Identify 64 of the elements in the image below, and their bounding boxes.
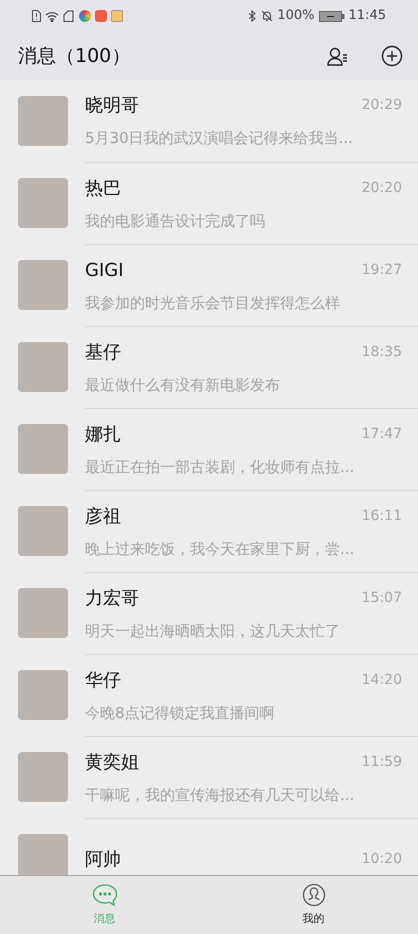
- message-preview: 我的电影通告设计完成了吗: [85, 210, 266, 232]
- avatar-photo-placeholder: [18, 670, 68, 720]
- contact-name: GIGI: [85, 258, 124, 283]
- app-icon: [95, 10, 107, 22]
- bell-off-icon: [261, 10, 274, 22]
- message-time: 15:07: [362, 588, 402, 608]
- conversation-row[interactable]: 娜扎 17:47 最近正在拍一部古装剧，化妆师有点拉...: [0, 408, 418, 490]
- wifi-icon: [45, 10, 59, 22]
- message-time: 20:29: [362, 96, 402, 116]
- avatar-photo-placeholder: [18, 178, 68, 228]
- contact-name: 阿帅: [85, 848, 121, 872]
- message-time: 10:20: [362, 850, 402, 869]
- avatar-photo-placeholder: [18, 96, 68, 146]
- contact-name: 基仔: [85, 340, 121, 365]
- conversation-row[interactable]: 力宏哥 15:07 明天一起出海晒晒太阳，这几天太忙了: [0, 572, 418, 654]
- contact-name: 热巴: [85, 176, 121, 201]
- contact-name: 娜扎: [85, 422, 121, 447]
- conversation-row[interactable]: GIGI 19:27 我参加的时光音乐会节目发挥得怎么样: [0, 244, 418, 326]
- contact-name: 彦祖: [85, 504, 121, 529]
- clock-time: 11:45: [348, 7, 386, 26]
- avatar-photo-placeholder: [18, 424, 68, 474]
- conversation-row[interactable]: 黄奕姐 11:59 干嘛呢，我的宣传海报还有几天可以给...: [0, 736, 418, 818]
- avatar-photo-placeholder: [18, 506, 68, 556]
- person-circle-icon: [302, 882, 326, 907]
- conversation-row[interactable]: 华仔 14:20 今晚8点记得锁定我直播间啊: [0, 654, 418, 736]
- avatar-photo-placeholder: [18, 588, 68, 638]
- contact-name: 黄奕姐: [85, 750, 139, 775]
- message-time: 17:47: [362, 424, 402, 444]
- add-button[interactable]: [381, 45, 403, 67]
- page-title: 消息（100）: [18, 44, 130, 69]
- bluetooth-icon: [248, 10, 258, 22]
- contacts-button[interactable]: [327, 45, 349, 67]
- tab[interactable]: 我的: [209, 876, 418, 934]
- contact-name: 力宏哥: [85, 586, 139, 611]
- message-preview: 最近正在拍一部古装剧，化妆师有点拉...: [85, 456, 356, 478]
- message-preview: 我参加的时光音乐会节目发挥得怎么样: [85, 292, 341, 314]
- chat-bubble-icon: [92, 882, 118, 907]
- message-preview: 晚上过来吃饭，我今天在家里下厨，尝...: [85, 538, 356, 560]
- message-time: 14:20: [362, 670, 402, 690]
- message-time: 18:35: [362, 342, 402, 362]
- message-preview: 最近做什么有没有新电影发布: [85, 374, 281, 396]
- message-time: 19:27: [362, 260, 402, 280]
- sim-alert-icon: [32, 10, 41, 22]
- avatar-photo-placeholder: [18, 834, 68, 875]
- message-preview: 今晚8点记得锁定我直播间啊: [85, 702, 276, 724]
- conversation-row[interactable]: 晓明哥 20:29 5月30日我的武汉演唱会记得来给我当...: [0, 80, 418, 162]
- conversation-row[interactable]: 热巴 20:20 我的电影通告设计完成了吗: [0, 162, 418, 244]
- avatar-photo-placeholder: [18, 342, 68, 392]
- message-time: 11:59: [362, 752, 402, 772]
- avatar-photo-placeholder: [18, 260, 68, 310]
- message-preview: 干嘛呢，我的宣传海报还有几天可以给...: [85, 784, 356, 806]
- conversation-row[interactable]: 基仔 18:35 最近做什么有没有新电影发布: [0, 326, 418, 408]
- avatar-photo-placeholder: [18, 752, 68, 802]
- message-time: 20:20: [362, 178, 402, 198]
- battery-percent: 100%: [277, 7, 315, 26]
- message-preview: 明天一起出海晒晒太阳，这几天太忙了: [85, 620, 341, 642]
- contact-name: 华仔: [85, 668, 121, 693]
- app-icon: [111, 10, 123, 22]
- message-preview: 5月30日我的武汉演唱会记得来给我当...: [85, 128, 354, 150]
- conversation-row[interactable]: 彦祖 16:11 晚上过来吃饭，我今天在家里下厨，尝...: [0, 490, 418, 572]
- battery-icon: [318, 10, 345, 22]
- contact-name: 晓明哥: [85, 94, 139, 118]
- app-icon: [79, 10, 91, 22]
- message-time: 16:11: [362, 506, 402, 526]
